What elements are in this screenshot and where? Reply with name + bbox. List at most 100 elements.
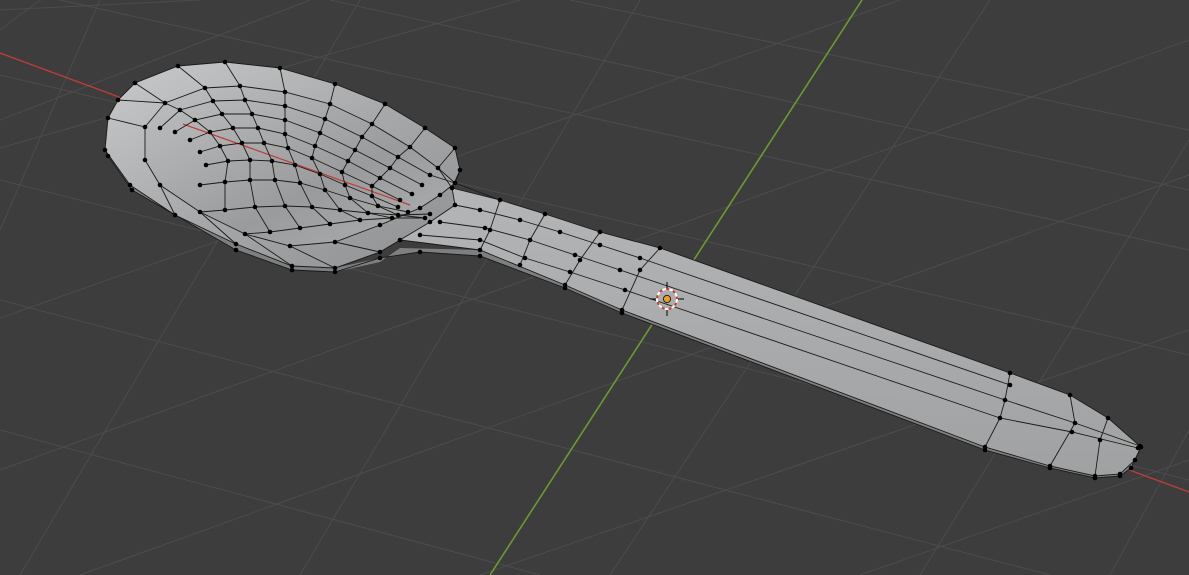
mesh-vertex[interactable]	[522, 255, 528, 261]
mesh-vertex[interactable]	[239, 140, 245, 146]
mesh-vertex[interactable]	[637, 255, 643, 261]
mesh-vertex[interactable]	[982, 447, 988, 453]
mesh-vertex[interactable]	[1047, 465, 1053, 471]
mesh-vertex[interactable]	[395, 204, 401, 210]
mesh-vertex[interactable]	[597, 229, 603, 235]
mesh-vertex[interactable]	[237, 83, 243, 89]
mesh-vertex[interactable]	[422, 125, 428, 131]
mesh-vertex[interactable]	[477, 247, 483, 253]
mesh-vertex[interactable]	[267, 229, 273, 235]
mesh-vertex[interactable]	[242, 97, 248, 103]
mesh-vertex[interactable]	[162, 100, 168, 106]
mesh-vertex[interactable]	[332, 269, 338, 275]
mesh-vertex[interactable]	[1092, 475, 1098, 481]
mesh-vertex[interactable]	[203, 162, 209, 168]
mesh-vertex[interactable]	[1132, 457, 1138, 463]
mesh-vertex[interactable]	[395, 212, 401, 218]
mesh-vertex[interactable]	[377, 249, 383, 255]
mesh-vertex[interactable]	[397, 237, 403, 243]
mesh-vertex[interactable]	[132, 80, 138, 86]
mesh-vertex[interactable]	[437, 219, 443, 225]
mesh-vertex[interactable]	[542, 211, 548, 217]
mesh-vertex[interactable]	[477, 207, 483, 213]
mesh-vertex[interactable]	[172, 212, 178, 218]
mesh-vertex[interactable]	[345, 158, 351, 164]
mesh-vertex[interactable]	[157, 182, 163, 188]
mesh-vertex[interactable]	[289, 263, 295, 269]
mesh-vertex[interactable]	[332, 265, 338, 271]
mesh-vertex[interactable]	[312, 143, 318, 149]
mesh-vertex[interactable]	[419, 182, 425, 188]
mesh-vertex[interactable]	[322, 116, 328, 122]
mesh-vertex[interactable]	[292, 162, 298, 168]
mesh-vertex[interactable]	[449, 185, 455, 191]
mesh-vertex[interactable]	[997, 415, 1003, 421]
mesh-vertex[interactable]	[619, 310, 625, 316]
mesh-vertex[interactable]	[322, 187, 328, 193]
mesh-vertex[interactable]	[377, 222, 383, 228]
mesh-vertex[interactable]	[272, 177, 278, 183]
mesh-vertex[interactable]	[365, 210, 371, 216]
mesh-vertex[interactable]	[261, 140, 267, 146]
mesh-vertex[interactable]	[577, 257, 583, 263]
mesh-vertex[interactable]	[317, 130, 323, 136]
mesh-vertex[interactable]	[457, 167, 463, 173]
mesh-vertex[interactable]	[622, 287, 628, 293]
mesh-vertex[interactable]	[172, 129, 178, 135]
mesh-vertex[interactable]	[197, 182, 203, 188]
mesh-vertex[interactable]	[452, 180, 458, 186]
mesh-vertex[interactable]	[157, 125, 163, 131]
mesh-vertex[interactable]	[197, 209, 203, 215]
mesh-vertex[interactable]	[282, 89, 288, 95]
mesh-vertex[interactable]	[247, 177, 253, 183]
mesh-vertex[interactable]	[105, 153, 111, 159]
mesh-vertex[interactable]	[382, 101, 388, 107]
mesh-vertex[interactable]	[1067, 392, 1073, 398]
mesh-vertex[interactable]	[255, 125, 261, 131]
mesh-vertex[interactable]	[297, 225, 303, 231]
mesh-vertex[interactable]	[427, 211, 433, 217]
mesh-vertex[interactable]	[282, 203, 288, 209]
mesh-vertex[interactable]	[332, 81, 338, 87]
mesh-vertex[interactable]	[417, 249, 423, 255]
mesh-vertex[interactable]	[269, 158, 275, 164]
mesh-vertex[interactable]	[357, 217, 363, 223]
3d-viewport[interactable]	[0, 0, 1189, 575]
mesh-vertex[interactable]	[102, 147, 108, 153]
mesh-vertex[interactable]	[297, 180, 303, 186]
mesh-vertex[interactable]	[1117, 473, 1123, 479]
mesh-vertex[interactable]	[187, 137, 193, 143]
mesh-vertex[interactable]	[407, 144, 413, 150]
mesh-vertex[interactable]	[142, 124, 148, 130]
mesh-vertex[interactable]	[129, 187, 135, 193]
mesh-vertex[interactable]	[177, 107, 183, 113]
mesh-vertex[interactable]	[527, 237, 533, 243]
mesh-vertex[interactable]	[359, 134, 365, 140]
mesh-vertex[interactable]	[142, 157, 148, 163]
mesh-vertex[interactable]	[352, 147, 358, 153]
mesh-vertex[interactable]	[487, 227, 493, 233]
mesh-vertex[interactable]	[369, 121, 375, 127]
mesh-vertex[interactable]	[567, 269, 573, 275]
mesh-vertex[interactable]	[127, 182, 133, 188]
mesh-vertex[interactable]	[342, 182, 348, 188]
mesh-vertex[interactable]	[222, 59, 228, 65]
mesh-vertex[interactable]	[210, 98, 216, 104]
mesh-vertex[interactable]	[327, 221, 333, 227]
mesh-vertex[interactable]	[405, 209, 411, 215]
mesh-vertex[interactable]	[225, 158, 231, 164]
mesh-vertex[interactable]	[1002, 397, 1008, 403]
mesh-vertex[interactable]	[287, 243, 293, 249]
mesh-vertex[interactable]	[477, 237, 483, 243]
mesh-vertex[interactable]	[369, 193, 375, 199]
mesh-vertex[interactable]	[339, 169, 345, 175]
mesh-vertex[interactable]	[572, 252, 578, 258]
mesh-vertex[interactable]	[562, 285, 568, 291]
mesh-vertex[interactable]	[175, 63, 181, 69]
mesh-vertex[interactable]	[395, 154, 401, 160]
mesh-vertex[interactable]	[289, 267, 295, 273]
mesh-vertex[interactable]	[230, 125, 236, 131]
mesh-vertex[interactable]	[217, 143, 223, 149]
mesh-vertex[interactable]	[377, 175, 383, 181]
mesh-vertex[interactable]	[427, 172, 433, 178]
